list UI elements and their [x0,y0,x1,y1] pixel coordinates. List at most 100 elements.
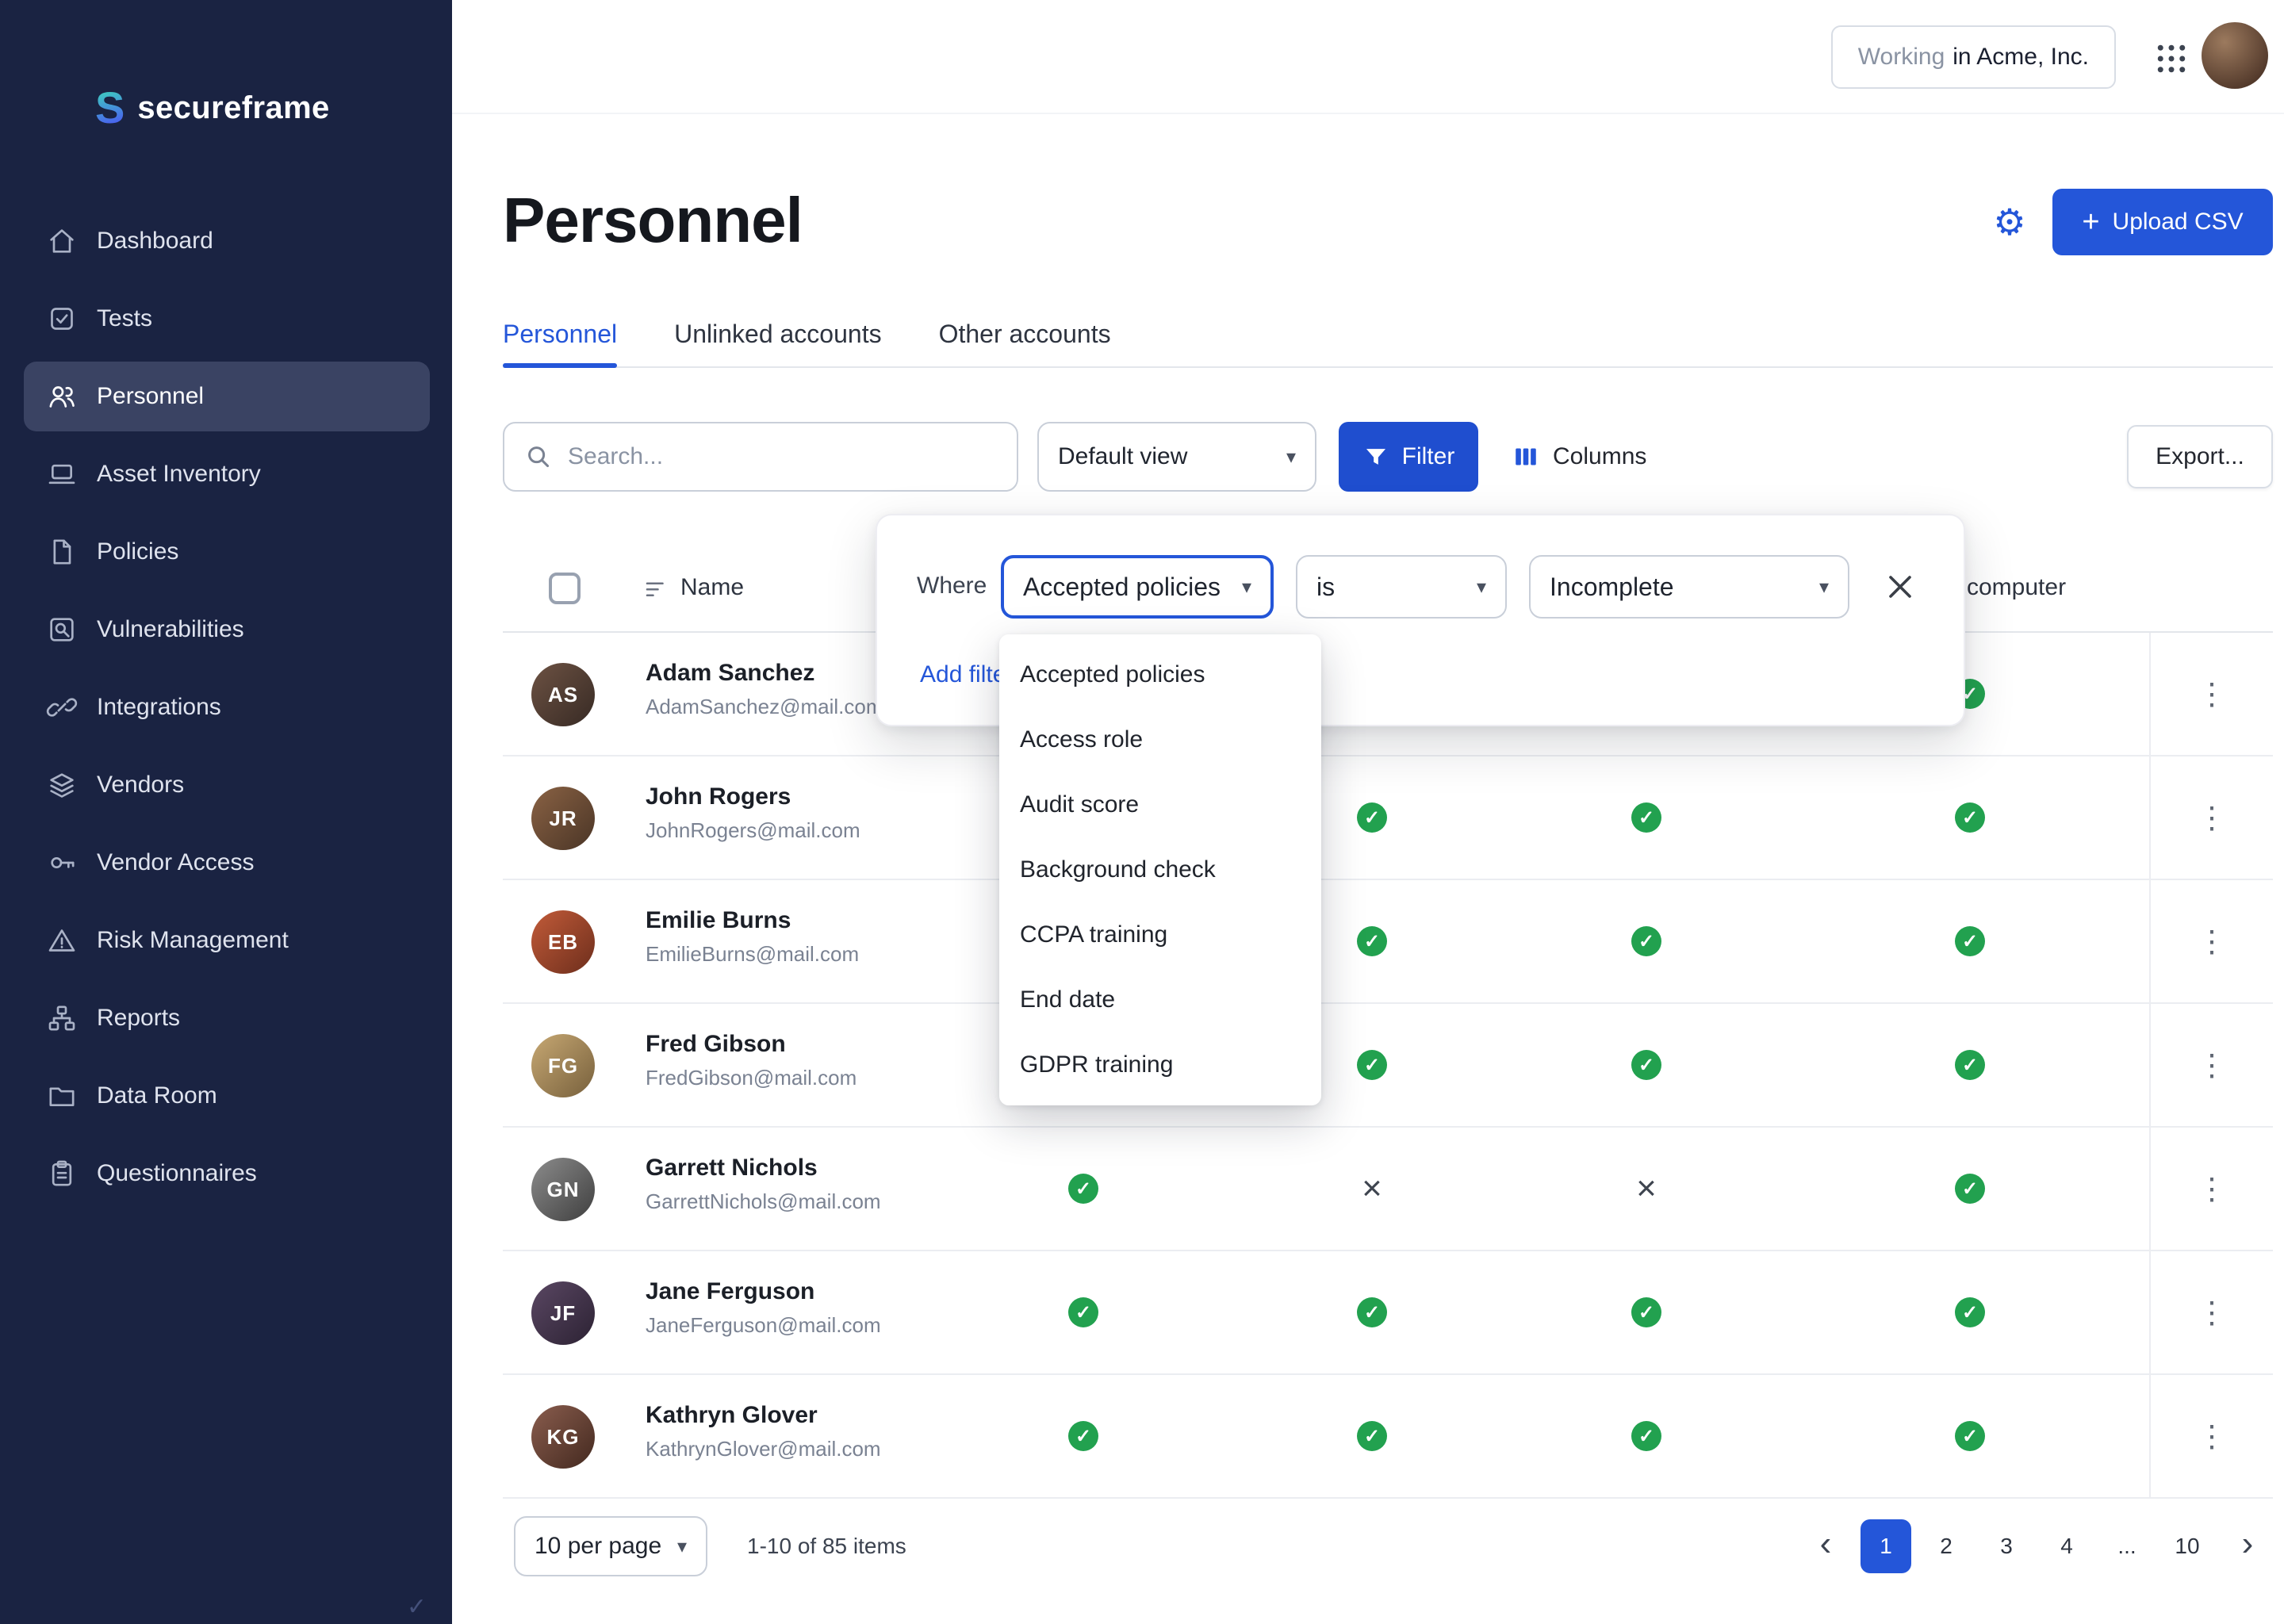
sidebar-item-risk-management[interactable]: Risk Management [24,906,430,975]
sidebar-item-vendors[interactable]: Vendors [24,750,430,820]
sidebar-item-integrations[interactable]: Integrations [24,672,430,742]
sidebar-item-label: Vendors [97,772,184,799]
gear-icon[interactable]: ⚙ [1984,197,2035,247]
status-icon: ✓ [1955,1421,1985,1451]
funnel-icon [1362,443,1389,470]
sidebar-item-asset-inventory[interactable]: Asset Inventory [24,439,430,509]
status-icon: ✓ [1068,1297,1098,1327]
menu-item-accepted-policies[interactable]: Accepted policies [999,642,1321,707]
tab-personnel[interactable]: Personnel [503,301,617,366]
table-row[interactable]: GN Garrett Nichols GarrettNichols@mail.c… [503,1128,2273,1251]
filter-field-select[interactable]: Accepted policies ▾ [1001,555,1274,619]
upload-csv-label: Upload CSV [2113,209,2244,236]
personnel-name: Garrett Nichols [646,1155,881,1182]
plus-icon: + [2082,207,2099,237]
personnel-email: JaneFerguson@mail.com [646,1313,881,1338]
kebab-menu-icon[interactable]: ⋮ [2197,924,2227,959]
avatar: KG [531,1405,595,1469]
page-title: Personnel [503,184,803,257]
page-button-10[interactable]: 10 [2162,1519,2213,1573]
key-icon [46,847,78,879]
main-content: Working in Acme, Inc. Personnel ⚙ + Uplo… [452,0,2284,1624]
filter-field-menu: Accepted policies Access role Audit scor… [999,634,1321,1105]
columns-button[interactable]: Columns [1512,422,1646,492]
filter-value-select[interactable]: Incomplete ▾ [1529,555,1849,619]
sidebar-item-policies[interactable]: Policies [24,517,430,587]
menu-item-end-date[interactable]: End date [999,967,1321,1032]
table-row[interactable]: JR John Rogers JohnRogers@mail.com ✓ ✓ ✓… [503,756,2273,880]
upload-csv-button[interactable]: + Upload CSV [2052,189,2273,255]
personnel-email: EmilieBurns@mail.com [646,942,859,967]
menu-item-ccpa-training[interactable]: CCPA training [999,902,1321,967]
personnel-name: Adam Sanchez [646,660,883,687]
page-button-1[interactable]: 1 [1861,1519,1911,1573]
brand-name: secureframe [137,90,329,126]
table-row[interactable]: FG Fred Gibson FredGibson@mail.com ✓ ✓ ✓… [503,1004,2273,1128]
close-icon[interactable] [1878,565,1922,609]
status-icon: ✓ [1955,1297,1985,1327]
sidebar-item-reports[interactable]: Reports [24,983,430,1053]
table-row[interactable]: KG Kathryn Glover KathrynGlover@mail.com… [503,1375,2273,1499]
filter-operator-select[interactable]: is ▾ [1296,555,1507,619]
filter-button[interactable]: Filter [1339,422,1478,492]
avatar: FG [531,1034,595,1097]
sidebar-item-vulnerabilities[interactable]: Vulnerabilities [24,595,430,665]
chevron-left-icon[interactable]: ‹ [1800,1519,1851,1573]
apps-grid-icon[interactable] [2151,38,2192,79]
page-button-4[interactable]: 4 [2041,1519,2092,1573]
sidebar-item-questionnaires[interactable]: Questionnaires [24,1139,430,1208]
personnel-name-cell: Jane Ferguson JaneFerguson@mail.com [646,1278,881,1338]
export-button[interactable]: Export... [2127,425,2273,488]
view-select-value: Default view [1058,443,1187,470]
brand-logo[interactable]: secureframe [95,86,330,130]
row-actions: ⋮ [2149,880,2273,1002]
view-select[interactable]: Default view ▾ [1037,422,1316,492]
page-button-3[interactable]: 3 [1981,1519,2032,1573]
table-row[interactable]: EB Emilie Burns EmilieBurns@mail.com ✓ ✓… [503,880,2273,1004]
row-actions: ⋮ [2149,1128,2273,1250]
laptop-icon [46,458,78,490]
sitemap-icon [46,1002,78,1034]
personnel-name-cell: Garrett Nichols GarrettNichols@mail.com [646,1155,881,1214]
kebab-menu-icon[interactable]: ⋮ [2197,1171,2227,1207]
personnel-name: Jane Ferguson [646,1278,881,1305]
sidebar-item-personnel[interactable]: Personnel [24,362,430,431]
sort-icon[interactable] [642,576,671,604]
clipboard-icon [46,1158,78,1189]
kebab-menu-icon[interactable]: ⋮ [2197,676,2227,712]
workspace-selector[interactable]: Working in Acme, Inc. [1831,25,2116,89]
table-row[interactable]: JF Jane Ferguson JaneFerguson@mail.com ✓… [503,1251,2273,1375]
sidebar-item-label: Dashboard [97,228,213,255]
search-box [503,422,1018,492]
column-header-computer[interactable]: computer [1967,574,2066,601]
kebab-menu-icon[interactable]: ⋮ [2197,800,2227,836]
status-icon: ✓ [1631,802,1661,833]
menu-item-access-role[interactable]: Access role [999,707,1321,772]
menu-item-background-check[interactable]: Background check [999,837,1321,902]
menu-item-audit-score[interactable]: Audit score [999,772,1321,837]
tab-unlinked-accounts[interactable]: Unlinked accounts [674,301,881,366]
sidebar-item-dashboard[interactable]: Dashboard [24,206,430,276]
kebab-menu-icon[interactable]: ⋮ [2197,1419,2227,1454]
per-page-select[interactable]: 10 per page ▾ [514,1516,707,1576]
sidebar-item-label: Personnel [97,383,204,410]
personnel-name-cell: Adam Sanchez AdamSanchez@mail.com [646,660,883,719]
table-body: AS Adam Sanchez AdamSanchez@mail.com ✓ ✓… [503,633,2273,1499]
personnel-name: Fred Gibson [646,1031,856,1058]
sidebar-item-vendor-access[interactable]: Vendor Access [24,828,430,898]
user-avatar[interactable] [2202,22,2268,89]
kebab-menu-icon[interactable]: ⋮ [2197,1048,2227,1083]
sidebar-item-label: Data Room [97,1082,217,1109]
sidebar-item-data-room[interactable]: Data Room [24,1061,430,1131]
kebab-menu-icon[interactable]: ⋮ [2197,1295,2227,1331]
column-header-name[interactable]: Name [680,574,744,601]
chevron-right-icon[interactable]: › [2222,1519,2273,1573]
personnel-email: FredGibson@mail.com [646,1066,856,1090]
select-all-checkbox[interactable] [549,573,581,604]
search-input[interactable] [568,443,998,470]
sidebar-item-tests[interactable]: Tests [24,284,430,354]
menu-item-gdpr-training[interactable]: GDPR training [999,1032,1321,1097]
tab-other-accounts[interactable]: Other accounts [939,301,1111,366]
page-button-2[interactable]: 2 [1921,1519,1972,1573]
personnel-name: Kathryn Glover [646,1402,881,1429]
